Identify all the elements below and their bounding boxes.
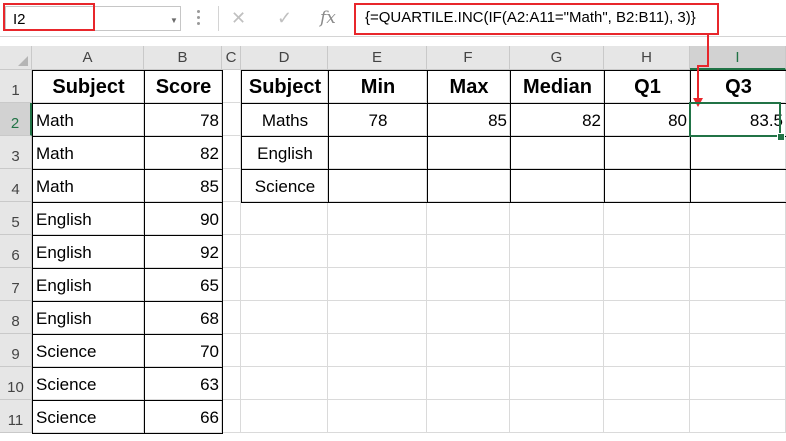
row-header-9[interactable]: 9 [0, 334, 32, 367]
source-subject-cell[interactable]: English [32, 301, 145, 335]
column-header-d[interactable]: D [241, 46, 328, 70]
stats-value-cell[interactable]: 85 [427, 103, 511, 137]
row-header-7[interactable]: 7 [0, 268, 32, 301]
row-header-3[interactable]: 3 [0, 136, 32, 169]
source-subject-cell[interactable]: Science [32, 334, 145, 368]
source-score-cell[interactable]: 78 [144, 103, 223, 137]
source-score-cell[interactable]: 82 [144, 136, 223, 170]
source-subject-cell[interactable]: English [32, 202, 145, 236]
select-all-corner[interactable] [0, 46, 32, 70]
source-subject-cell[interactable]: Math [32, 103, 145, 137]
source-score-cell[interactable]: 63 [144, 367, 223, 401]
row-header-1[interactable]: 1 [0, 70, 32, 103]
column-header-a[interactable]: A [32, 46, 144, 70]
stats-value-cell[interactable] [328, 169, 428, 203]
stats-value-cell[interactable] [427, 136, 511, 170]
stats-header-cell[interactable]: Q1 [604, 70, 691, 104]
column-header-e[interactable]: E [328, 46, 427, 70]
column-header-f[interactable]: F [427, 46, 510, 70]
source-header-cell[interactable]: Score [144, 70, 223, 104]
formula-buttons: ✕ ✓ fx [218, 6, 353, 31]
source-subject-cell[interactable]: English [32, 235, 145, 269]
stats-subject-cell[interactable]: English [241, 136, 329, 170]
stats-subject-cell[interactable]: Science [241, 169, 329, 203]
cancel-icon[interactable]: ✕ [231, 6, 246, 31]
source-subject-cell[interactable]: Science [32, 367, 145, 401]
formula-bar: I2 ▼ ✕ ✓ fx {=QUARTILE.INC(IF(A2:A11="Ma… [0, 0, 786, 37]
row-header-6[interactable]: 6 [0, 235, 32, 268]
source-subject-cell[interactable]: Math [32, 136, 145, 170]
column-header-i[interactable]: I [690, 46, 786, 70]
stats-value-cell[interactable] [328, 136, 428, 170]
column-header-b[interactable]: B [144, 46, 222, 70]
stats-value-cell[interactable]: 83.5 [690, 103, 786, 137]
stats-value-cell[interactable] [510, 136, 605, 170]
stats-value-cell[interactable] [690, 169, 786, 203]
source-score-cell[interactable]: 92 [144, 235, 223, 269]
name-box-value: I2 [13, 11, 26, 28]
formula-input[interactable]: {=QUARTILE.INC(IF(A2:A11="Math", B2:B11)… [353, 3, 786, 33]
source-score-cell[interactable]: 68 [144, 301, 223, 335]
source-score-cell[interactable]: 65 [144, 268, 223, 302]
name-box[interactable]: I2 ▼ [5, 6, 181, 31]
row-header-11[interactable]: 11 [0, 400, 32, 433]
source-score-cell[interactable]: 90 [144, 202, 223, 236]
stats-value-cell[interactable]: 80 [604, 103, 691, 137]
stats-header-cell[interactable]: Q3 [690, 70, 786, 104]
source-score-cell[interactable]: 70 [144, 334, 223, 368]
source-score-cell[interactable]: 85 [144, 169, 223, 203]
more-options-icon[interactable] [197, 10, 200, 26]
row-header-4[interactable]: 4 [0, 169, 32, 202]
row-header-10[interactable]: 10 [0, 367, 32, 400]
row-header-8[interactable]: 8 [0, 301, 32, 334]
source-subject-cell[interactable]: Science [32, 400, 145, 434]
stats-value-cell[interactable] [690, 136, 786, 170]
stats-value-cell[interactable]: 78 [328, 103, 428, 137]
row-header-5[interactable]: 5 [0, 202, 32, 235]
stats-value-cell[interactable] [604, 136, 691, 170]
source-subject-cell[interactable]: Math [32, 169, 145, 203]
source-score-cell[interactable]: 66 [144, 400, 223, 434]
fill-handle[interactable] [777, 133, 785, 141]
stats-subject-cell[interactable]: Maths [241, 103, 329, 137]
chevron-down-icon[interactable]: ▼ [170, 16, 178, 25]
stats-header-cell[interactable]: Min [328, 70, 428, 104]
stats-value-cell[interactable] [604, 169, 691, 203]
enter-icon[interactable]: ✓ [277, 6, 292, 31]
column-header-g[interactable]: G [510, 46, 604, 70]
stats-value-cell[interactable] [510, 169, 605, 203]
source-subject-cell[interactable]: English [32, 268, 145, 302]
source-header-cell[interactable]: Subject [32, 70, 145, 104]
stats-value-cell[interactable] [427, 169, 511, 203]
select-all-triangle-icon [18, 56, 28, 66]
insert-function-icon[interactable]: fx [320, 6, 336, 31]
stats-header-cell[interactable]: Max [427, 70, 511, 104]
stats-value-cell[interactable]: 82 [510, 103, 605, 137]
column-header-c[interactable]: C [222, 46, 241, 70]
row-header-2[interactable]: 2 [0, 103, 32, 136]
column-header-h[interactable]: H [604, 46, 690, 70]
stats-header-cell[interactable]: Subject [241, 70, 329, 104]
stats-header-cell[interactable]: Median [510, 70, 605, 104]
formula-text: {=QUARTILE.INC(IF(A2:A11="Math", B2:B11)… [365, 9, 696, 26]
